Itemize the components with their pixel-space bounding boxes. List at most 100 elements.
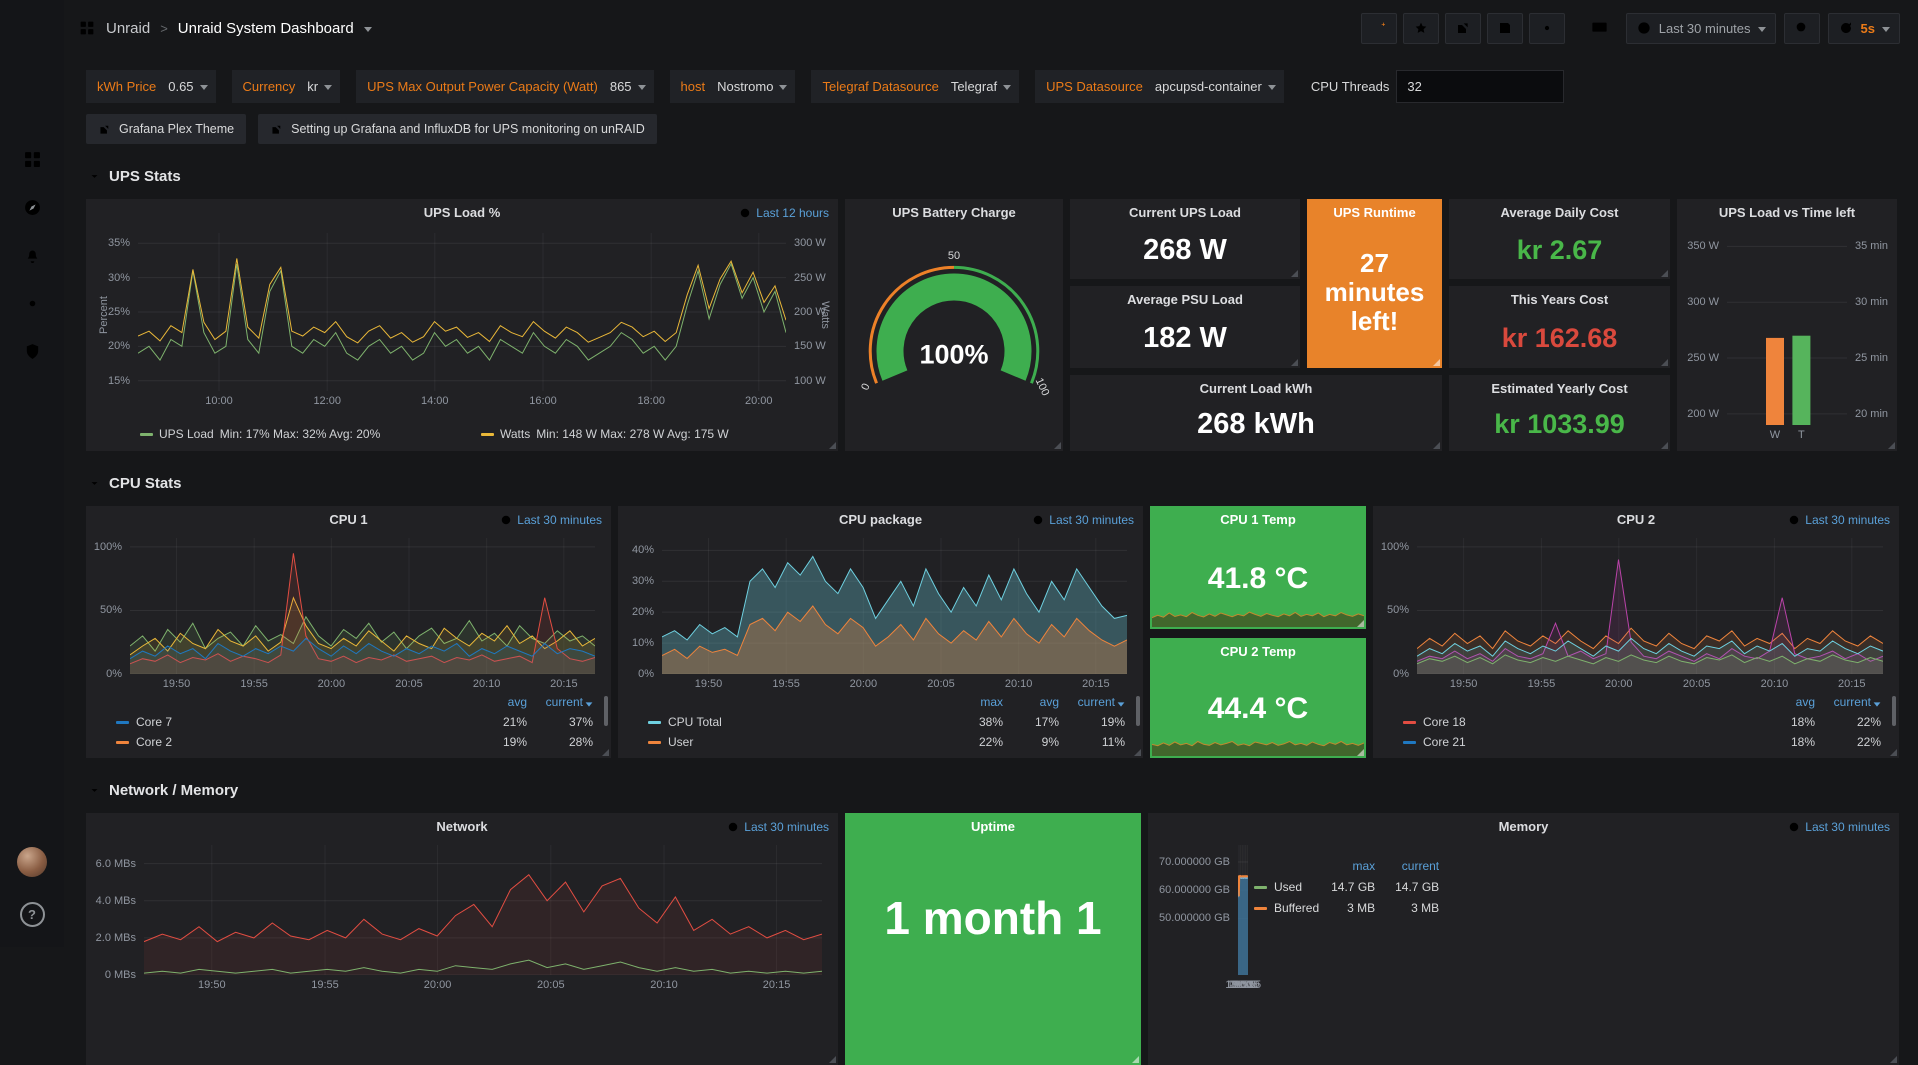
panel-title[interactable]: CPU 2 bbox=[1617, 512, 1655, 527]
panel-title[interactable]: This Years Cost bbox=[1511, 292, 1608, 307]
cpu1-chart[interactable]: 19:5019:5520:0020:0520:1020:15100%50%0% bbox=[130, 538, 595, 674]
zoom-out-button[interactable] bbox=[1784, 13, 1820, 44]
cpu-package-chart[interactable]: 19:5019:5520:0020:0520:1020:1540%30%20%1… bbox=[662, 538, 1127, 674]
dashboard-link-plex-theme[interactable]: Grafana Plex Theme bbox=[86, 114, 246, 144]
sidebar-item-admin[interactable] bbox=[12, 332, 52, 370]
legend-series[interactable]: User bbox=[648, 734, 947, 750]
legend-scrollbar[interactable] bbox=[1892, 696, 1896, 726]
help-button[interactable]: ? bbox=[12, 895, 52, 933]
legend-current-value: 37% bbox=[527, 714, 593, 730]
legend-header-max[interactable]: max bbox=[947, 694, 1003, 710]
series-label[interactable]: Watts bbox=[500, 427, 530, 441]
variable-telegraf-datasource[interactable]: Telegraf Datasource Telegraf bbox=[811, 70, 1019, 103]
ups-load-chart[interactable]: 10:0012:0014:0016:0018:0020:0035%30%25%2… bbox=[138, 233, 786, 391]
sidebar-item-alerting[interactable] bbox=[12, 236, 52, 274]
star-dashboard-button[interactable] bbox=[1403, 13, 1439, 44]
panel-title[interactable]: Current Load kWh bbox=[1200, 381, 1313, 396]
save-dashboard-button[interactable] bbox=[1487, 13, 1523, 44]
legend-item[interactable]: Watts Min: 148 W Max: 278 W Avg: 175 W bbox=[481, 427, 822, 441]
row-header-cpu-stats[interactable]: CPU Stats bbox=[88, 475, 1918, 492]
legend-header-current[interactable]: current bbox=[527, 694, 593, 710]
refresh-button[interactable]: 5s bbox=[1828, 13, 1900, 44]
time-override[interactable]: Last 30 minutes bbox=[1788, 820, 1890, 834]
grafana-logo[interactable] bbox=[12, 10, 52, 50]
add-panel-button[interactable] bbox=[1361, 13, 1397, 44]
panel-title[interactable]: Memory bbox=[1499, 819, 1549, 834]
time-override[interactable]: Last 30 minutes bbox=[727, 820, 829, 834]
legend-header-empty bbox=[648, 694, 947, 710]
legend-header-current[interactable]: current bbox=[1059, 694, 1125, 710]
breadcrumb[interactable]: Unraid > Unraid System Dashboard bbox=[78, 19, 372, 37]
time-override[interactable]: Last 12 hours bbox=[739, 206, 829, 220]
row-header-network-memory[interactable]: Network / Memory bbox=[88, 782, 1918, 799]
panel-title[interactable]: UPS Load vs Time left bbox=[1719, 205, 1855, 220]
navbar-actions: Last 30 minutes 5s bbox=[1361, 13, 1900, 44]
time-range-button[interactable]: Last 30 minutes bbox=[1626, 13, 1776, 44]
panel-title[interactable]: Estimated Yearly Cost bbox=[1491, 381, 1627, 396]
breadcrumb-app[interactable]: Unraid bbox=[106, 20, 150, 37]
panel-title[interactable]: Network bbox=[436, 819, 487, 834]
panel-title[interactable]: Current UPS Load bbox=[1129, 205, 1241, 220]
sidebar-item-explore[interactable] bbox=[12, 188, 52, 226]
legend-series[interactable]: Core 18 bbox=[1403, 714, 1757, 730]
series-label[interactable]: UPS Load bbox=[159, 427, 214, 441]
legend-series[interactable]: Core 7 bbox=[116, 714, 469, 730]
sidebar-item-dashboards[interactable] bbox=[12, 140, 52, 178]
network-chart[interactable]: 19:5019:5520:0020:0520:1020:156.0 MBs4.0… bbox=[144, 845, 822, 975]
variable-kwh-price[interactable]: kWh Price 0.65 bbox=[86, 70, 216, 103]
dashboard-link-ups-guide[interactable]: Setting up Grafana and InfluxDB for UPS … bbox=[258, 114, 657, 144]
tv-mode-button[interactable] bbox=[1581, 13, 1618, 44]
refresh-interval-label[interactable]: 5s bbox=[1861, 21, 1875, 36]
y-axis-title-left: Percent bbox=[98, 296, 110, 334]
time-override[interactable]: Last 30 minutes bbox=[1788, 513, 1890, 527]
share-dashboard-button[interactable] bbox=[1445, 13, 1481, 44]
legend-header-max[interactable]: max bbox=[1319, 859, 1375, 873]
legend-header-avg[interactable]: avg bbox=[1003, 694, 1059, 710]
legend-header-current[interactable]: current bbox=[1815, 694, 1881, 710]
legend-series[interactable]: Core 2 bbox=[116, 734, 469, 750]
load-vs-time-chart[interactable]: 350 W300 W250 W200 W35 min30 min25 min20… bbox=[1727, 233, 1847, 425]
panel-title[interactable]: Uptime bbox=[971, 819, 1015, 834]
axis-tick: 50.000000 GB bbox=[1159, 912, 1230, 924]
gear-icon bbox=[22, 293, 43, 314]
panel-title[interactable]: CPU 2 Temp bbox=[1220, 644, 1296, 659]
legend-item[interactable]: UPS Load Min: 17% Max: 32% Avg: 20% bbox=[140, 427, 481, 441]
axis-tick: 100% bbox=[1381, 541, 1409, 553]
panel-title[interactable]: UPS Load % bbox=[424, 205, 501, 220]
page-title[interactable]: Unraid System Dashboard bbox=[178, 20, 354, 37]
panel-title[interactable]: Average PSU Load bbox=[1127, 292, 1243, 307]
panel-title[interactable]: CPU 1 bbox=[329, 512, 367, 527]
time-override-label: Last 30 minutes bbox=[517, 513, 602, 527]
panel-title[interactable]: CPU 1 Temp bbox=[1220, 512, 1296, 527]
legend-scrollbar[interactable] bbox=[604, 696, 608, 726]
shield-icon bbox=[22, 341, 43, 362]
cpu-temp-column: CPU 1 Temp 41.8 °C CPU 2 Temp 44.4 °C bbox=[1150, 506, 1366, 758]
legend-series[interactable]: Used bbox=[1254, 880, 1319, 894]
legend-series[interactable]: Core 21 bbox=[1403, 734, 1757, 750]
legend-header-avg[interactable]: avg bbox=[469, 694, 527, 710]
cpu-threads-input[interactable] bbox=[1396, 70, 1564, 103]
variable-host[interactable]: host Nostromo bbox=[670, 70, 796, 103]
sidebar-item-create[interactable] bbox=[12, 92, 52, 130]
variable-currency[interactable]: Currency kr bbox=[232, 70, 341, 103]
dashboard-settings-button[interactable] bbox=[1529, 13, 1565, 44]
time-override[interactable]: Last 30 minutes bbox=[1032, 513, 1134, 527]
panel-title[interactable]: CPU package bbox=[839, 512, 922, 527]
row-header-ups-stats[interactable]: UPS Stats bbox=[88, 168, 1918, 185]
legend-scrollbar[interactable] bbox=[1136, 696, 1140, 726]
variable-ups-datasource[interactable]: UPS Datasource apcupsd-container bbox=[1035, 70, 1284, 103]
time-override[interactable]: Last 30 minutes bbox=[500, 513, 602, 527]
cpu2-chart[interactable]: 19:5019:5520:0020:0520:1020:15100%50%0% bbox=[1417, 538, 1883, 674]
variable-ups-max-power[interactable]: UPS Max Output Power Capacity (Watt) 865 bbox=[356, 70, 653, 103]
legend-series[interactable]: CPU Total bbox=[648, 714, 947, 730]
y-axis-title-right: Watts bbox=[819, 301, 831, 329]
panel-title[interactable]: UPS Runtime bbox=[1333, 205, 1415, 220]
sidebar-item-configuration[interactable] bbox=[12, 284, 52, 322]
legend-series[interactable]: Buffered bbox=[1254, 901, 1319, 915]
panel-title[interactable]: Average Daily Cost bbox=[1500, 205, 1618, 220]
panel-title[interactable]: UPS Battery Charge bbox=[892, 205, 1016, 220]
user-avatar[interactable] bbox=[12, 843, 52, 881]
legend-header-current[interactable]: current bbox=[1375, 859, 1439, 873]
legend-header-avg[interactable]: avg bbox=[1757, 694, 1815, 710]
battery-gauge[interactable]: 050100100% bbox=[855, 227, 1053, 441]
